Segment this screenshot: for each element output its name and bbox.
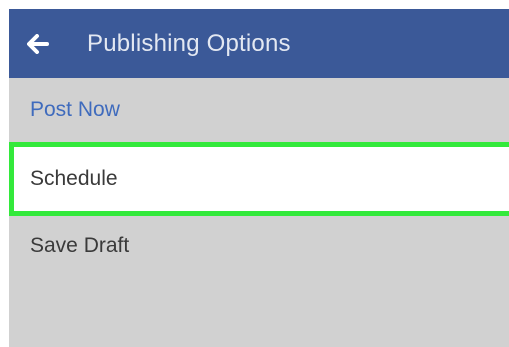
save-draft-option[interactable]: Save Draft [9, 216, 509, 276]
app-bar: Publishing Options [9, 9, 509, 78]
publishing-options-screen: Publishing Options Post Now Schedule Sav… [9, 9, 509, 347]
back-button[interactable] [27, 9, 73, 78]
arrow-left-icon [27, 33, 49, 54]
post-now-option[interactable]: Post Now [9, 78, 509, 142]
schedule-option[interactable]: Schedule [9, 142, 509, 216]
page-title: Publishing Options [87, 29, 291, 57]
